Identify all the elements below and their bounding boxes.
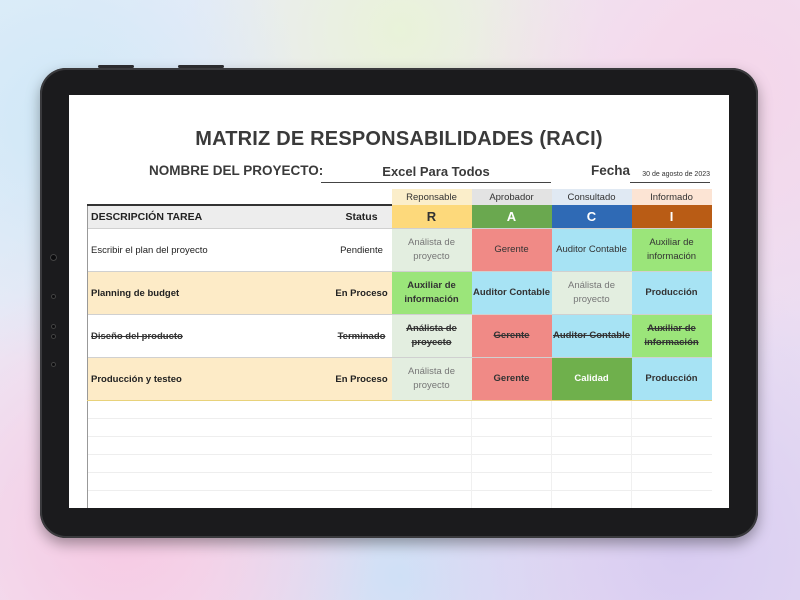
consultado-cell[interactable]: Calidad [551,357,632,401]
header-row: DESCRIPCIÓN TAREA Status R A C I [87,204,712,229]
sensor-icon [51,324,56,329]
status-cell[interactable]: En Proceso [331,357,392,401]
responsable-cell[interactable]: Análista de proyecto [391,314,472,358]
date-field[interactable]: 30 de agosto de 2023 [630,167,710,183]
table-row: Producción y testeo En Proceso Análista … [87,357,712,401]
aprobador-cell[interactable]: Gerente [471,357,552,401]
table-row: Planning de budget En Proceso Auxiliar d… [87,271,712,315]
front-camera-icon [50,254,57,261]
responsable-cell[interactable]: Análista de proyecto [391,228,472,272]
role-name-responsable[interactable]: Reponsable [391,189,472,205]
project-name-field[interactable]: Excel Para Todos [321,162,551,183]
project-name-label: NOMBRE DEL PROYECTO: [149,163,324,178]
status-cell[interactable]: Pendiente [331,228,392,272]
letter-r-header[interactable]: R [391,205,472,229]
spreadsheet-screen: MATRIZ DE RESPONSABILIDADES (RACI) NOMBR… [69,95,729,508]
power-button [98,65,134,68]
informado-cell[interactable]: Auxiliar de información [631,314,712,358]
informado-cell[interactable]: Producción [631,271,712,315]
letter-c-header[interactable]: C [551,205,632,229]
empty-row [87,472,712,491]
empty-row [87,454,712,473]
empty-row [87,490,712,508]
role-name-consultado[interactable]: Consultado [551,189,632,205]
aprobador-cell[interactable]: Auditor Contable [471,271,552,315]
page-title: MATRIZ DE RESPONSABILIDADES (RACI) [195,128,603,150]
responsable-cell[interactable]: Auxiliar de información [391,271,472,315]
consultado-cell[interactable]: Auditor Contable [551,314,632,358]
letter-i-header[interactable]: I [631,205,712,229]
raci-table: Reponsable Aprobador Consultado Informad… [87,189,712,508]
role-name-aprobador[interactable]: Aprobador [471,189,552,205]
letter-a-header[interactable]: A [471,205,552,229]
tablet-frame: MATRIZ DE RESPONSABILIDADES (RACI) NOMBR… [40,65,758,538]
table-row: Escribir el plan del proyecto Pendiente … [87,228,712,272]
sensor-icon [51,334,56,339]
empty-row [87,418,712,437]
status-cell[interactable]: Terminado [331,314,392,358]
task-cell[interactable]: Planning de budget [87,271,332,315]
aprobador-cell[interactable]: Gerente [471,314,552,358]
empty-row [87,400,712,419]
task-column-header[interactable]: DESCRIPCIÓN TAREA [87,204,332,229]
consultado-cell[interactable]: Auditor Contable [551,228,632,272]
role-name-informado[interactable]: Informado [631,189,712,205]
task-cell[interactable]: Escribir el plan del proyecto [87,228,332,272]
informado-cell[interactable]: Auxiliar de información [631,228,712,272]
status-cell[interactable]: En Proceso [331,271,392,315]
task-cell[interactable]: Diseño del producto [87,314,332,358]
consultado-cell[interactable]: Análista de proyecto [551,271,632,315]
volume-button [178,65,224,68]
sensor-icon [51,362,56,367]
date-label: Fecha [591,163,631,178]
empty-row [87,436,712,455]
aprobador-cell[interactable]: Gerente [471,228,552,272]
status-column-header[interactable]: Status [331,204,392,229]
task-cell[interactable]: Producción y testeo [87,357,332,401]
role-name-row: Reponsable Aprobador Consultado Informad… [88,189,712,205]
informado-cell[interactable]: Producción [631,357,712,401]
table-row: Diseño del producto Terminado Análista d… [87,314,712,358]
sensor-icon [51,294,56,299]
responsable-cell[interactable]: Análista de proyecto [391,357,472,401]
